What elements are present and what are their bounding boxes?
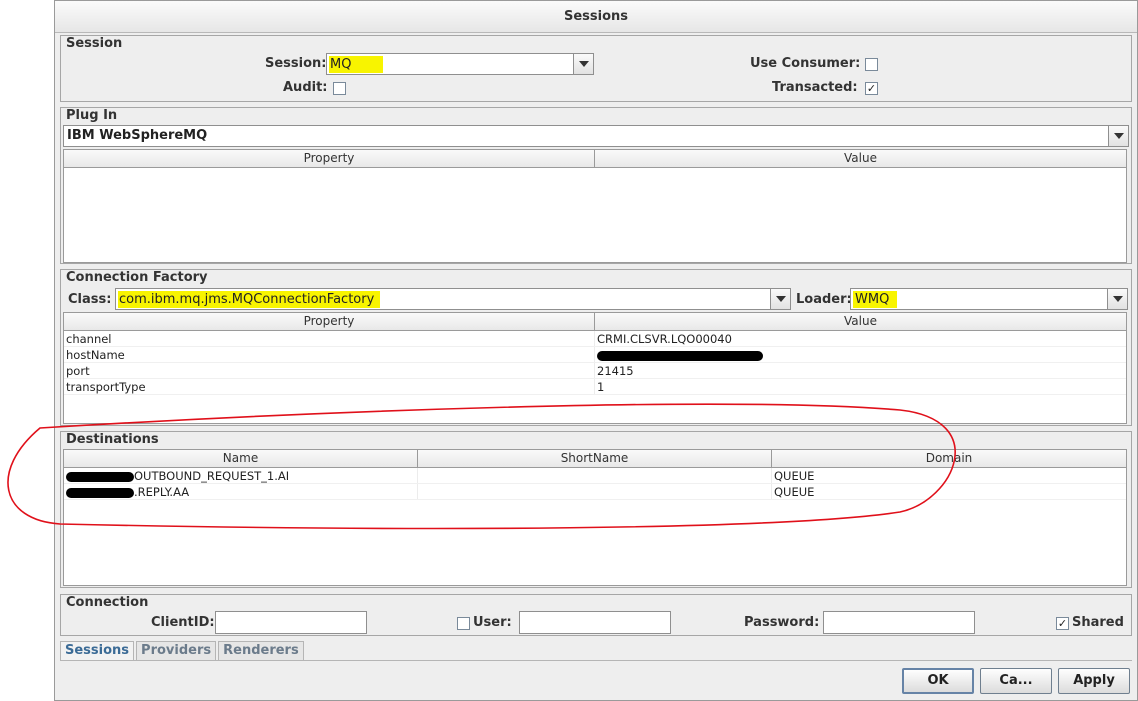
session-panel: Session Session: MQ Audit: Use Consumer:… <box>60 35 1132 102</box>
destination-name: OUTBOUND_REQUEST_1.AI <box>64 468 418 483</box>
session-combo[interactable]: MQ <box>326 53 594 75</box>
password-label: Password: <box>744 615 820 630</box>
destination-name-text: .REPLY.AA <box>134 485 190 499</box>
class-label: Class: <box>68 292 112 307</box>
table-row[interactable]: port 21415 <box>64 363 1126 379</box>
session-section-title: Session <box>66 36 123 51</box>
user-input[interactable] <box>519 611 671 634</box>
connection-factory-panel: Connection Factory Class: com.ibm.mq.jms… <box>60 269 1132 426</box>
redaction-mark <box>597 350 763 361</box>
connection-section-title: Connection <box>66 595 149 610</box>
tab-renderers[interactable]: Renderers <box>218 641 304 661</box>
destinations-panel: Destinations Name ShortName Domain OUTBO… <box>60 431 1132 588</box>
password-input[interactable] <box>823 611 975 634</box>
tab-sessions[interactable]: Sessions <box>60 641 135 661</box>
column-header-shortname[interactable]: ShortName <box>418 450 772 467</box>
sessions-dialog: Sessions Session Session: MQ Audit: Use … <box>54 0 1138 701</box>
destination-shortname <box>418 484 772 499</box>
table-row[interactable]: transportType 1 <box>64 379 1126 395</box>
apply-button[interactable]: Apply <box>1058 668 1130 694</box>
chevron-down-icon <box>1112 296 1123 302</box>
cancel-button[interactable]: Ca... <box>980 668 1052 694</box>
destination-shortname <box>418 468 772 483</box>
plugin-section-title: Plug In <box>66 108 118 123</box>
audit-label: Audit: <box>283 80 328 95</box>
column-header-name[interactable]: Name <box>64 450 418 467</box>
session-dropdown-button[interactable] <box>573 54 593 74</box>
table-row[interactable]: .REPLY.AA QUEUE <box>64 484 1126 500</box>
connection-factory-property-table: Property Value channel CRMI.CLSVR.LQO000… <box>63 312 1127 424</box>
shared-checkbox[interactable]: ✓ <box>1056 617 1069 630</box>
plugin-table-header: Property Value <box>64 150 1126 168</box>
client-id-label: ClientID: <box>151 615 215 630</box>
connection-panel: Connection ClientID: User: Password: ✓ S… <box>60 594 1132 636</box>
table-row[interactable]: channel CRMI.CLSVR.LQO00040 <box>64 331 1126 347</box>
destinations-table: Name ShortName Domain OUTBOUND_REQUEST_1… <box>63 449 1127 586</box>
chevron-down-icon <box>578 61 589 67</box>
loader-combo[interactable]: WMQ <box>850 288 1128 310</box>
table-row[interactable]: OUTBOUND_REQUEST_1.AI QUEUE <box>64 468 1126 484</box>
client-id-input[interactable] <box>215 611 367 634</box>
plugin-panel: Plug In IBM WebSphereMQ Property Value <box>60 107 1132 264</box>
chevron-down-icon <box>1113 133 1124 139</box>
destination-name-text: OUTBOUND_REQUEST_1.AI <box>134 469 290 483</box>
transacted-checkbox[interactable]: ✓ <box>865 82 878 95</box>
cf-table-header: Property Value <box>64 313 1126 331</box>
property-name: port <box>64 363 595 378</box>
table-row[interactable]: hostName <box>64 347 1126 363</box>
ok-button[interactable]: OK <box>902 668 974 694</box>
destination-name: .REPLY.AA <box>64 484 418 499</box>
connection-factory-section-title: Connection Factory <box>66 270 208 285</box>
plugin-combo[interactable]: IBM WebSphereMQ <box>63 125 1129 147</box>
property-value: 1 <box>597 380 605 394</box>
class-combo[interactable]: com.ibm.mq.jms.MQConnectionFactory <box>115 288 791 310</box>
column-header-value[interactable]: Value <box>595 313 1126 330</box>
class-dropdown-button[interactable] <box>770 289 790 309</box>
property-value: CRMI.CLSVR.LQO00040 <box>597 332 732 346</box>
redaction-mark <box>66 487 134 498</box>
plugin-value: IBM WebSphereMQ <box>67 128 208 143</box>
property-value: 21415 <box>597 364 634 378</box>
column-header-property[interactable]: Property <box>64 150 595 167</box>
use-consumer-label: Use Consumer: <box>750 56 861 71</box>
destination-domain: QUEUE <box>774 469 815 483</box>
audit-checkbox[interactable] <box>333 82 346 95</box>
column-header-value[interactable]: Value <box>595 150 1126 167</box>
user-label: User: <box>473 615 512 630</box>
destinations-section-title: Destinations <box>66 432 159 447</box>
destinations-table-header: Name ShortName Domain <box>64 450 1126 468</box>
loader-label: Loader: <box>796 292 852 307</box>
loader-value: WMQ <box>853 291 898 308</box>
window-title: Sessions <box>55 1 1137 33</box>
loader-dropdown-button[interactable] <box>1107 289 1127 309</box>
destination-domain: QUEUE <box>774 485 815 499</box>
transacted-label: Transacted: <box>772 80 858 95</box>
plugin-property-table: Property Value <box>63 149 1127 263</box>
user-checkbox[interactable] <box>457 617 470 630</box>
redaction-mark <box>66 471 134 482</box>
class-value: com.ibm.mq.jms.MQConnectionFactory <box>118 291 381 308</box>
session-label: Session: <box>265 56 327 71</box>
use-consumer-checkbox[interactable] <box>865 58 878 71</box>
property-value <box>595 347 1126 362</box>
shared-label: Shared <box>1072 615 1124 630</box>
column-header-domain[interactable]: Domain <box>772 450 1126 467</box>
column-header-property[interactable]: Property <box>64 313 595 330</box>
property-name: channel <box>64 331 595 346</box>
session-value: MQ <box>329 56 384 73</box>
bottom-tab-strip: Sessions Providers Renderers <box>60 641 304 661</box>
plugin-dropdown-button[interactable] <box>1108 126 1128 146</box>
tab-providers[interactable]: Providers <box>136 641 217 661</box>
tab-strip-divider <box>60 660 1132 661</box>
property-name: transportType <box>64 379 595 394</box>
chevron-down-icon <box>775 296 786 302</box>
property-name: hostName <box>64 347 595 362</box>
